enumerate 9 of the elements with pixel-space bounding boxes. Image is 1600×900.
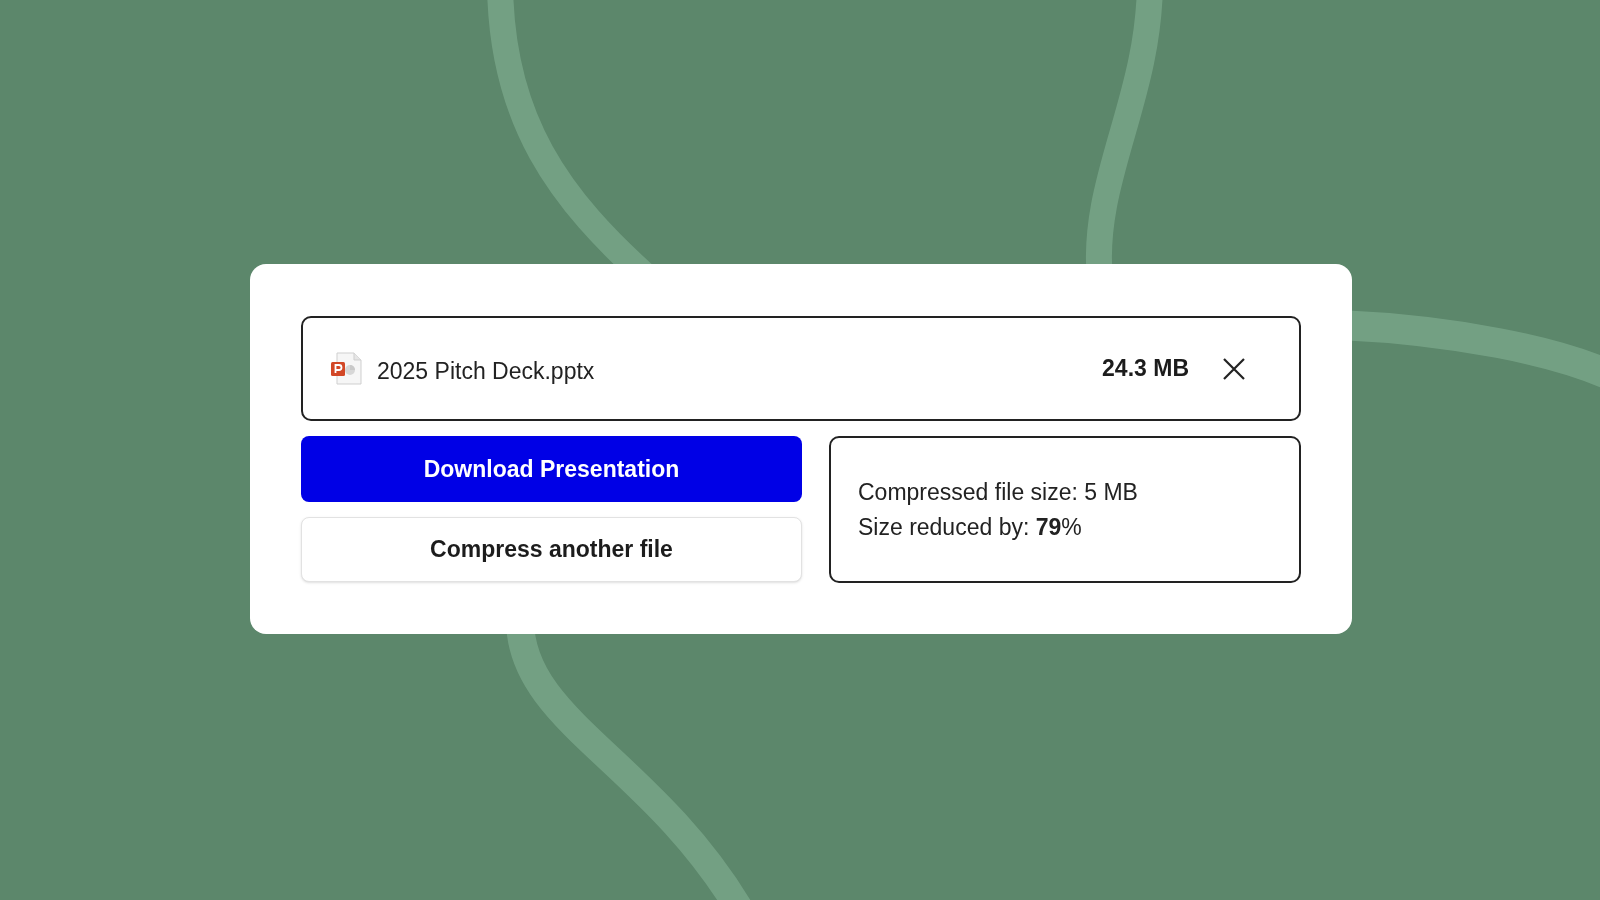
file-size: 24.3 MB bbox=[1102, 354, 1189, 384]
close-button[interactable] bbox=[1221, 355, 1247, 382]
compress-another-button[interactable]: Compress another file bbox=[301, 517, 802, 582]
presentation-file-icon bbox=[331, 352, 362, 385]
close-icon bbox=[1223, 357, 1245, 380]
result-text: Size reduced by: 79% bbox=[858, 512, 1083, 542]
result-text: Compressed file size: 5 MB bbox=[858, 477, 1139, 507]
file-name: 2025 Pitch Deck.pptx bbox=[377, 357, 595, 387]
download-button[interactable]: Download Presentation bbox=[301, 436, 802, 502]
